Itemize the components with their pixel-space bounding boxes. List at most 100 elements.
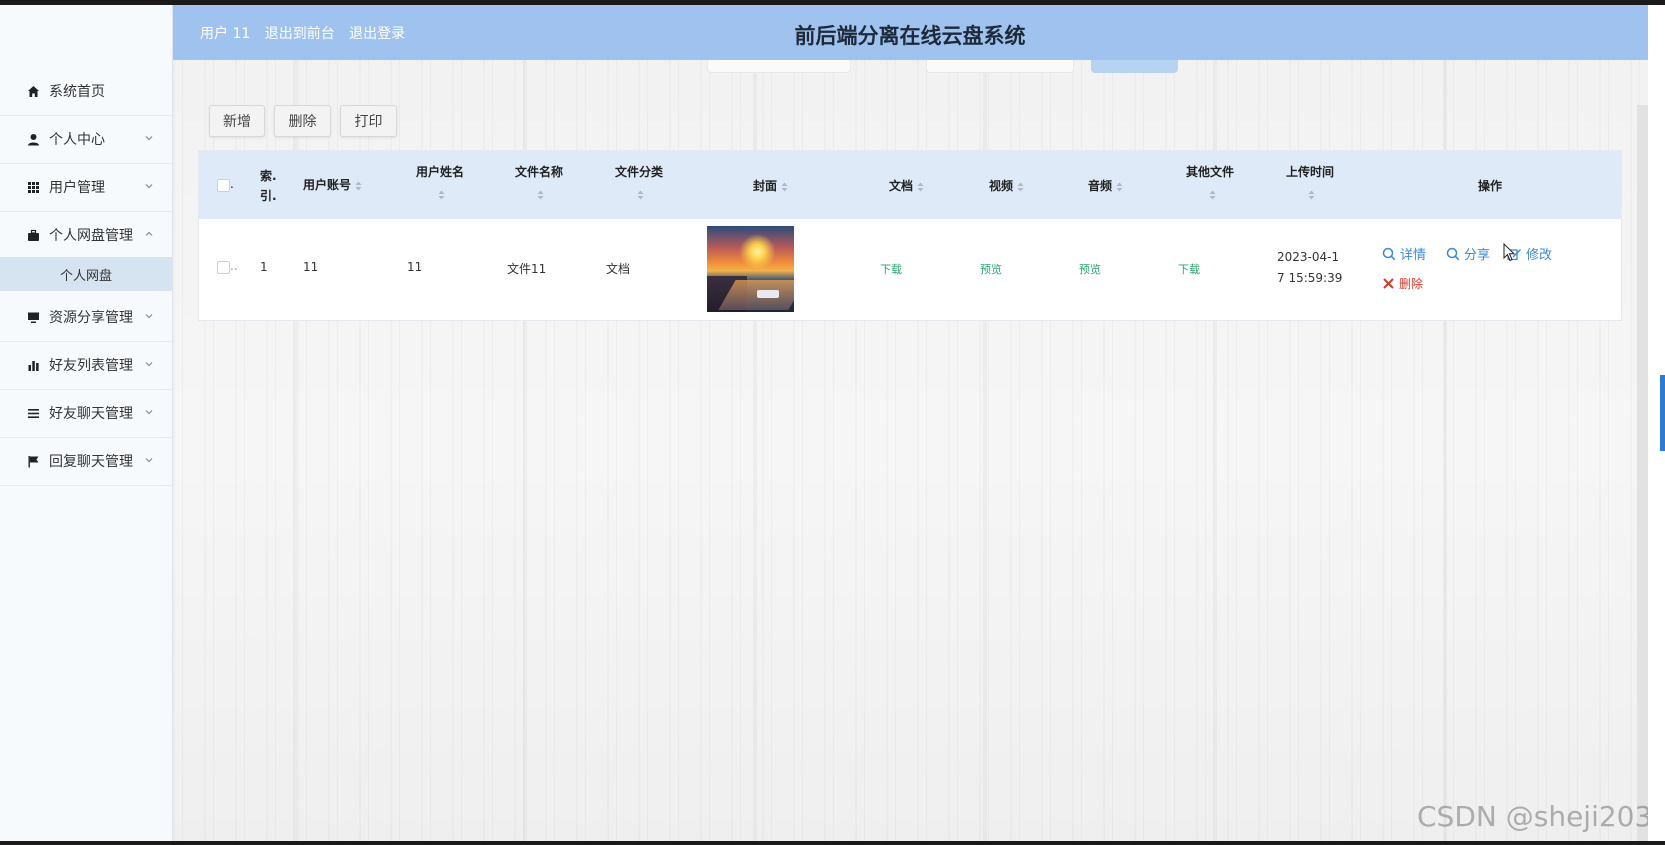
sidebar-item-chat[interactable]: 好友聊天管理	[0, 389, 172, 438]
edge-indicator	[1660, 375, 1665, 451]
sidebar-subitem-label: 个人网盘	[60, 268, 113, 284]
checkbox-ellipsis: ..	[230, 259, 238, 273]
sidebar-subitem-my-netdisk[interactable]: 个人网盘	[0, 257, 172, 291]
column-header-account[interactable]: 用户账号	[303, 176, 362, 193]
sidebar-item-label: 好友聊天管理	[49, 406, 133, 422]
sort-icon[interactable]	[1209, 185, 1216, 204]
top-header: 用户 11 退出到前台 退出登录 前后端分离在线云盘系统	[172, 5, 1648, 60]
select-all-checkbox[interactable]	[217, 179, 230, 192]
audio-preview-link[interactable]: 预览	[1079, 261, 1101, 277]
user-icon	[26, 132, 40, 146]
mouse-cursor-icon	[1503, 243, 1516, 262]
search-input-partial-2[interactable]	[926, 60, 1074, 73]
page-title: 前后端分离在线云盘系统	[794, 24, 1026, 48]
column-header-label: 封面	[753, 179, 778, 193]
file-table: . 索. 引. 用户账号 用户姓名 文件名称 文件分类 封面 文档 视频 音频 …	[198, 150, 1622, 321]
cell-account: 11	[303, 260, 319, 274]
sort-icon[interactable]	[1308, 185, 1315, 204]
sidebar-item-label: 个人网盘管理	[49, 228, 133, 244]
sidebar-item-share[interactable]: 资源分享管理	[0, 293, 172, 342]
sidebar-item-users[interactable]: 用户管理	[0, 163, 172, 212]
home-icon	[26, 84, 40, 98]
checkbox-ellipsis: .	[230, 177, 234, 191]
sort-icon[interactable]	[917, 182, 924, 192]
chevron-up-icon	[145, 231, 153, 236]
watermark: CSDN @sheji203	[1417, 800, 1648, 833]
column-header-actions: 操作	[1478, 179, 1503, 193]
column-header-name[interactable]: 用户姓名	[416, 163, 464, 180]
cover-image-boat	[757, 290, 779, 298]
column-header-label: 音频	[1088, 179, 1113, 193]
sort-icon[interactable]	[637, 185, 644, 204]
vertical-scrollbar[interactable]	[1637, 105, 1648, 841]
column-header-label: 视频	[989, 179, 1014, 193]
other-download-link[interactable]: 下载	[1178, 261, 1200, 277]
bar-chart-icon	[26, 358, 40, 372]
detail-button[interactable]: 详情	[1382, 244, 1426, 263]
column-header-index-top: 索.	[260, 169, 277, 183]
column-header-doc[interactable]: 文档	[889, 177, 924, 194]
cell-category: 文档	[606, 262, 631, 276]
search-icon	[1446, 247, 1460, 260]
screen-edge	[1648, 5, 1665, 841]
delete-label: 删除	[1399, 277, 1424, 291]
chevron-down-icon	[145, 410, 153, 415]
cell-name: 11	[407, 260, 423, 274]
column-header-category[interactable]: 文件分类	[615, 163, 663, 180]
sidebar-item-label: 系统首页	[49, 84, 105, 100]
column-header-label: 用户账号	[303, 178, 352, 192]
sidebar: 系统首页 个人中心 用户管理 个人网盘管理 个人网盘 资源分享管理 好友列表管理…	[0, 5, 173, 841]
flag-icon	[26, 454, 40, 468]
briefcase-icon	[26, 228, 40, 242]
column-header-upload-time[interactable]: 上传时间	[1286, 163, 1334, 180]
cell-filename: 文件11	[507, 262, 547, 276]
sort-icon[interactable]	[438, 185, 445, 204]
list-icon	[26, 406, 40, 420]
row-checkbox[interactable]	[217, 261, 230, 274]
column-header-index-bottom: 引.	[260, 189, 277, 203]
share-button[interactable]: 分享	[1446, 244, 1490, 263]
chevron-down-icon	[145, 362, 153, 367]
sidebar-item-home[interactable]: 系统首页	[0, 67, 172, 116]
column-header-label: 文档	[889, 179, 914, 193]
sort-icon[interactable]	[1116, 182, 1123, 192]
sidebar-item-label: 资源分享管理	[49, 310, 133, 326]
sort-icon[interactable]	[1017, 182, 1024, 192]
cell-upload-time-line1: 2023-04-1	[1277, 250, 1340, 264]
doc-download-link[interactable]: 下载	[880, 261, 902, 277]
table-header: . 索. 引. 用户账号 用户姓名 文件名称 文件分类 封面 文档 视频 音频 …	[199, 151, 1621, 219]
sidebar-item-label: 回复聊天管理	[49, 454, 133, 470]
sidebar-item-profile[interactable]: 个人中心	[0, 115, 172, 164]
sidebar-item-label: 用户管理	[49, 180, 105, 196]
detail-label: 详情	[1400, 248, 1427, 263]
search-button-partial[interactable]	[1091, 60, 1178, 73]
delete-row-button[interactable]: 删除	[1382, 275, 1423, 292]
column-header-filename[interactable]: 文件名称	[515, 163, 563, 180]
close-icon	[1383, 278, 1394, 289]
chevron-down-icon	[145, 458, 153, 463]
column-header-video[interactable]: 视频	[989, 177, 1024, 194]
video-preview-link[interactable]: 预览	[980, 261, 1002, 277]
grid-icon	[26, 180, 40, 194]
add-button[interactable]: 新增	[209, 105, 265, 137]
search-input-partial[interactable]	[707, 60, 851, 73]
sort-icon[interactable]	[355, 181, 362, 191]
sidebar-item-reply[interactable]: 回复聊天管理	[0, 437, 172, 486]
sort-icon[interactable]	[537, 185, 544, 204]
column-header-audio[interactable]: 音频	[1088, 177, 1123, 194]
share-label: 分享	[1464, 248, 1491, 263]
search-icon	[1382, 247, 1396, 260]
cover-image[interactable]	[707, 226, 794, 312]
column-header-cover[interactable]: 封面	[753, 177, 788, 194]
print-button[interactable]: 打印	[340, 105, 397, 137]
chevron-down-icon	[145, 314, 153, 319]
chevron-down-icon	[145, 184, 153, 189]
sidebar-item-friends[interactable]: 好友列表管理	[0, 341, 172, 390]
sort-icon[interactable]	[781, 182, 788, 192]
chevron-down-icon	[145, 136, 153, 141]
monitor-icon	[26, 310, 40, 324]
delete-button[interactable]: 删除	[274, 105, 331, 137]
cell-index: 1	[260, 260, 268, 274]
sidebar-item-netdisk[interactable]: 个人网盘管理	[0, 211, 172, 260]
column-header-other[interactable]: 其他文件	[1186, 163, 1234, 180]
